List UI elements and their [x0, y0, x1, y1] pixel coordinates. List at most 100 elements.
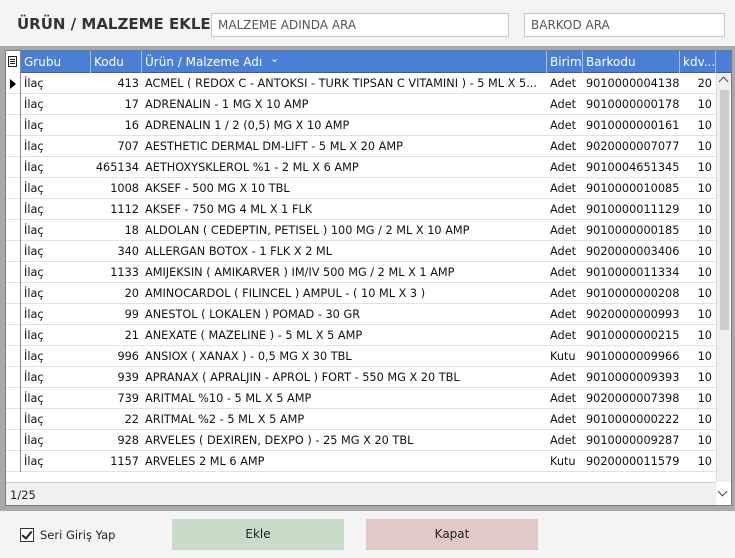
cell-kodu: 465134: [95, 161, 139, 174]
table-row[interactable]: İlaç 99 ANESTOL ( LOKALEN ) POMAD - 30 GR A…: [6, 304, 716, 325]
row-selector[interactable]: [6, 94, 21, 115]
cell-barkod: 9020000011579: [586, 455, 680, 468]
cell-name: AMINOCARDOL ( FILINCEL ) AMPUL - ( 10 ML…: [145, 287, 426, 300]
cell-grubu: İlaç: [24, 77, 44, 90]
cell-barkod: 9010000010085: [586, 182, 680, 195]
grid-options-icon[interactable]: [6, 51, 21, 73]
cell-barkod: 9010000000208: [586, 287, 680, 300]
table-row[interactable]: İlaç 1112 AKSEF - 750 MG 4 ML X 1 FLK Adet 9…: [6, 199, 716, 220]
table-row[interactable]: İlaç 413 ACMEL ( REDOX C - ANTOKSI - TURK …: [6, 73, 716, 94]
cell-birim: Adet: [550, 161, 577, 174]
row-selector[interactable]: [6, 283, 21, 304]
cell-grubu: İlaç: [24, 224, 44, 237]
cell-kodu: 1157: [110, 455, 139, 468]
vertical-scrollbar[interactable]: [716, 73, 731, 482]
cell-birim: Kutu: [550, 350, 576, 363]
cell-barkod: 9010000011129: [586, 203, 680, 216]
cell-barkod: 9010000009966: [586, 350, 680, 363]
table-row[interactable]: İlaç 340 ALLERGAN BOTOX - 1 FLK X 2 ML Adet…: [6, 241, 716, 262]
cell-birim: Adet: [550, 203, 577, 216]
table-row[interactable]: İlaç 707 AESTHETIC DERMAL DM-LIFT - 5 ML X…: [6, 136, 716, 157]
cell-name: ARVELES ( DEXIREN, DEXPO ) - 25 MG X 20 …: [145, 434, 414, 447]
table-row[interactable]: İlaç 17 ADRENALIN - 1 MG X 10 AMP Adet 90100…: [6, 94, 716, 115]
column-header-grubu[interactable]: Grubu: [21, 51, 91, 73]
table-row[interactable]: İlaç 20 AMINOCARDOL ( FILINCEL ) AMPUL - (…: [6, 283, 716, 304]
cell-kdv: 10: [697, 371, 712, 384]
row-selector[interactable]: [6, 199, 21, 220]
row-selector[interactable]: [6, 241, 21, 262]
cell-grubu: İlaç: [24, 392, 44, 405]
table-row[interactable]: İlaç 1008 AKSEF - 500 MG X 10 TBL Adet 90100…: [6, 178, 716, 199]
scroll-down-icon[interactable]: [716, 484, 731, 504]
scroll-thumb[interactable]: [720, 90, 729, 330]
scroll-up-icon[interactable]: [717, 73, 731, 88]
cell-barkod: 9020000007398: [586, 392, 680, 405]
cell-kodu: 413: [117, 77, 139, 90]
table-row[interactable]: İlaç 465134 AETHOXYSKLEROL %1 - 2 ML X 6 A…: [6, 157, 716, 178]
row-selector[interactable]: [6, 136, 21, 157]
row-selector[interactable]: [6, 409, 21, 430]
cell-kodu: 707: [117, 140, 139, 153]
row-selector[interactable]: [6, 451, 21, 472]
grid-header: Grubu Kodu Ürün / Malzeme Adı ⌄ Birim Ba…: [6, 51, 731, 73]
row-selector[interactable]: [6, 346, 21, 367]
cell-birim: Adet: [550, 224, 577, 237]
table-row[interactable]: İlaç 996 ANSIOX ( XANAX ) - 0,5 MG X 30 TB…: [6, 346, 716, 367]
row-selector[interactable]: [6, 178, 21, 199]
cell-kdv: 20: [697, 77, 712, 90]
cell-kdv: 10: [697, 350, 712, 363]
table-row[interactable]: İlaç 21 ANEXATE ( MAZELINE ) - 5 ML X 5 AM…: [6, 325, 716, 346]
product-grid: Grubu Kodu Ürün / Malzeme Adı ⌄ Birim Ba…: [5, 50, 732, 506]
row-selector[interactable]: [6, 388, 21, 409]
table-row[interactable]: İlaç 18 ALDOLAN ( CEDEPTIN, PETISEL ) 100 …: [6, 220, 716, 241]
table-row[interactable]: İlaç 1133 AMIJEKSIN ( AMIKARVER ) IM/IV 50…: [6, 262, 716, 283]
cell-kdv: 10: [697, 455, 712, 468]
cell-grubu: İlaç: [24, 413, 44, 426]
cell-kdv: 10: [697, 329, 712, 342]
add-button[interactable]: Ekle: [172, 519, 344, 550]
cell-birim: Adet: [550, 77, 577, 90]
cell-kdv: 10: [697, 140, 712, 153]
column-header-kodu[interactable]: Kodu: [91, 51, 142, 73]
cell-name: ARVELES 2 ML 6 AMP: [145, 455, 265, 468]
row-selector[interactable]: [6, 430, 21, 451]
close-button[interactable]: Kapat: [366, 519, 538, 550]
table-row[interactable]: İlaç 22 ARITMAL %2 - 5 ML X 5 AMP Adet 90100…: [6, 409, 716, 430]
cell-barkod: 9010000000161: [586, 119, 680, 132]
cell-kodu: 99: [124, 308, 139, 321]
row-selector[interactable]: [6, 304, 21, 325]
row-selector[interactable]: [6, 73, 21, 94]
serial-entry-toggle[interactable]: Seri Giriş Yap: [20, 528, 115, 542]
column-header-kdv[interactable]: kdv...: [680, 51, 716, 73]
cell-name: ANESTOL ( LOKALEN ) POMAD - 30 GR: [145, 308, 361, 321]
search-barcode-input[interactable]: BARKOD ARA: [524, 13, 725, 37]
cell-kdv: 10: [697, 287, 712, 300]
table-row[interactable]: İlaç 16 ADRENALIN 1 / 2 (0,5) MG X 10 AMP A…: [6, 115, 716, 136]
cell-birim: Adet: [550, 245, 577, 258]
column-header-barkod[interactable]: Barkodu: [583, 51, 680, 73]
column-header-name[interactable]: Ürün / Malzeme Adı ⌄: [142, 51, 547, 73]
current-row-icon: [10, 79, 16, 89]
cell-grubu: İlaç: [24, 161, 44, 174]
row-selector[interactable]: [6, 220, 21, 241]
search-name-input[interactable]: MALZEME ADINDA ARA: [211, 13, 509, 37]
row-selector[interactable]: [6, 115, 21, 136]
checkbox-icon[interactable]: [20, 528, 34, 542]
cell-birim: Adet: [550, 308, 577, 321]
cell-kodu: 22: [124, 413, 139, 426]
cell-grubu: İlaç: [24, 266, 44, 279]
column-header-name-label: Ürün / Malzeme Adı: [145, 55, 263, 69]
cell-grubu: İlaç: [24, 203, 44, 216]
table-row[interactable]: İlaç 928 ARVELES ( DEXIREN, DEXPO ) - 25 M…: [6, 430, 716, 451]
row-selector[interactable]: [6, 262, 21, 283]
table-row[interactable]: İlaç 1157 ARVELES 2 ML 6 AMP Kutu 9020000011…: [6, 451, 716, 472]
table-row[interactable]: İlaç 939 APRANAX ( APRALJIN - APROL ) FORT…: [6, 367, 716, 388]
table-row[interactable]: İlaç 739 ARITMAL %10 - 5 ML X 5 AMP Adet 902…: [6, 388, 716, 409]
row-selector[interactable]: [6, 157, 21, 178]
cell-name: ANSIOX ( XANAX ) - 0,5 MG X 30 TBL: [145, 350, 352, 363]
row-selector[interactable]: [6, 325, 21, 346]
cell-name: AKSEF - 750 MG 4 ML X 1 FLK: [145, 203, 313, 216]
row-selector[interactable]: [6, 367, 21, 388]
column-header-birim[interactable]: Birim: [547, 51, 583, 73]
cell-grubu: İlaç: [24, 119, 44, 132]
